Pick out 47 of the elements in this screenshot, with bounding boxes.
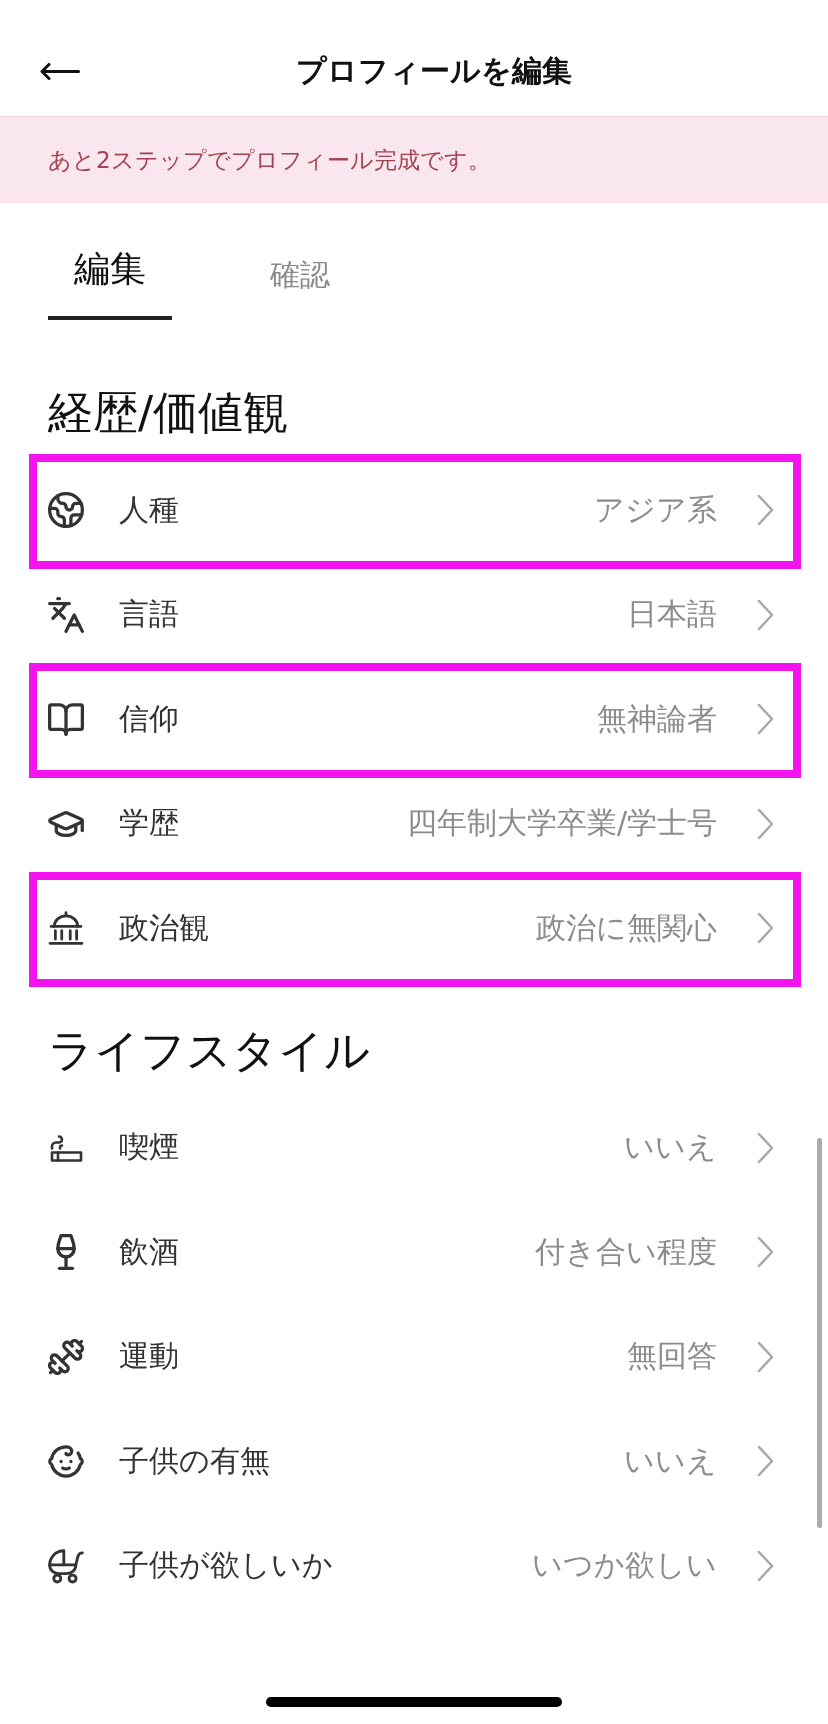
tab[interactable]: 編集 xyxy=(48,241,172,320)
section-title: 経歴/価値観 xyxy=(48,385,289,441)
chevron-right-icon xyxy=(757,1236,774,1269)
field-value: 無回答 xyxy=(627,1337,717,1376)
field-label: 飲酒 xyxy=(119,1232,179,1271)
chevron-right-icon xyxy=(757,598,774,631)
arrow-left-icon xyxy=(40,63,80,80)
chevron-right-icon xyxy=(757,1549,774,1582)
chevron-right-icon xyxy=(757,703,774,736)
wine-glass-icon xyxy=(56,1234,76,1271)
field-value: いつか欲しい xyxy=(532,1546,717,1585)
cigarette-icon xyxy=(48,1133,84,1162)
chevron-right-icon xyxy=(757,912,774,945)
open-book-icon xyxy=(48,702,84,736)
field-label: 学歴 xyxy=(119,804,179,843)
translate-icon xyxy=(48,596,84,633)
globe-icon xyxy=(48,492,84,529)
field-label: 信仰 xyxy=(119,699,179,738)
field-value: 政治に無関心 xyxy=(536,908,717,947)
field-label: 子供の有無 xyxy=(119,1441,270,1480)
section-title: ライフスタイル xyxy=(48,1022,370,1079)
chevron-right-icon xyxy=(757,1445,774,1478)
chevron-right-icon xyxy=(757,494,774,527)
field-value: 無神論者 xyxy=(597,699,717,738)
chevron-right-icon xyxy=(757,807,774,840)
field-label: 運動 xyxy=(119,1337,179,1376)
field-value: いいえ xyxy=(624,1128,717,1167)
field-label: 喫煙 xyxy=(119,1128,179,1167)
field-label: 子供が欲しいか xyxy=(119,1546,333,1585)
back-button[interactable] xyxy=(40,63,80,80)
baby-face-icon xyxy=(48,1444,84,1478)
banner-message: あと2ステップでプロフィール完成です。 xyxy=(48,145,491,175)
field-value: 日本語 xyxy=(627,595,717,634)
chevron-right-icon xyxy=(757,1131,774,1164)
field-label: 言語 xyxy=(119,595,179,634)
field-value: 四年制大学卒業/学士号 xyxy=(406,804,717,843)
stroller-icon xyxy=(48,1547,84,1584)
page-title: プロフィールを編集 xyxy=(296,52,572,90)
field-value: アジア系 xyxy=(594,490,717,529)
field-value: いいえ xyxy=(624,1441,717,1480)
graduation-cap-icon xyxy=(48,810,84,837)
domed-building-icon xyxy=(48,911,84,946)
dumbbell-icon xyxy=(48,1338,84,1375)
field-label: 政治観 xyxy=(119,908,209,947)
field-label: 人種 xyxy=(119,490,179,529)
field-value: 付き合い程度 xyxy=(535,1232,717,1271)
chevron-right-icon xyxy=(757,1340,774,1373)
